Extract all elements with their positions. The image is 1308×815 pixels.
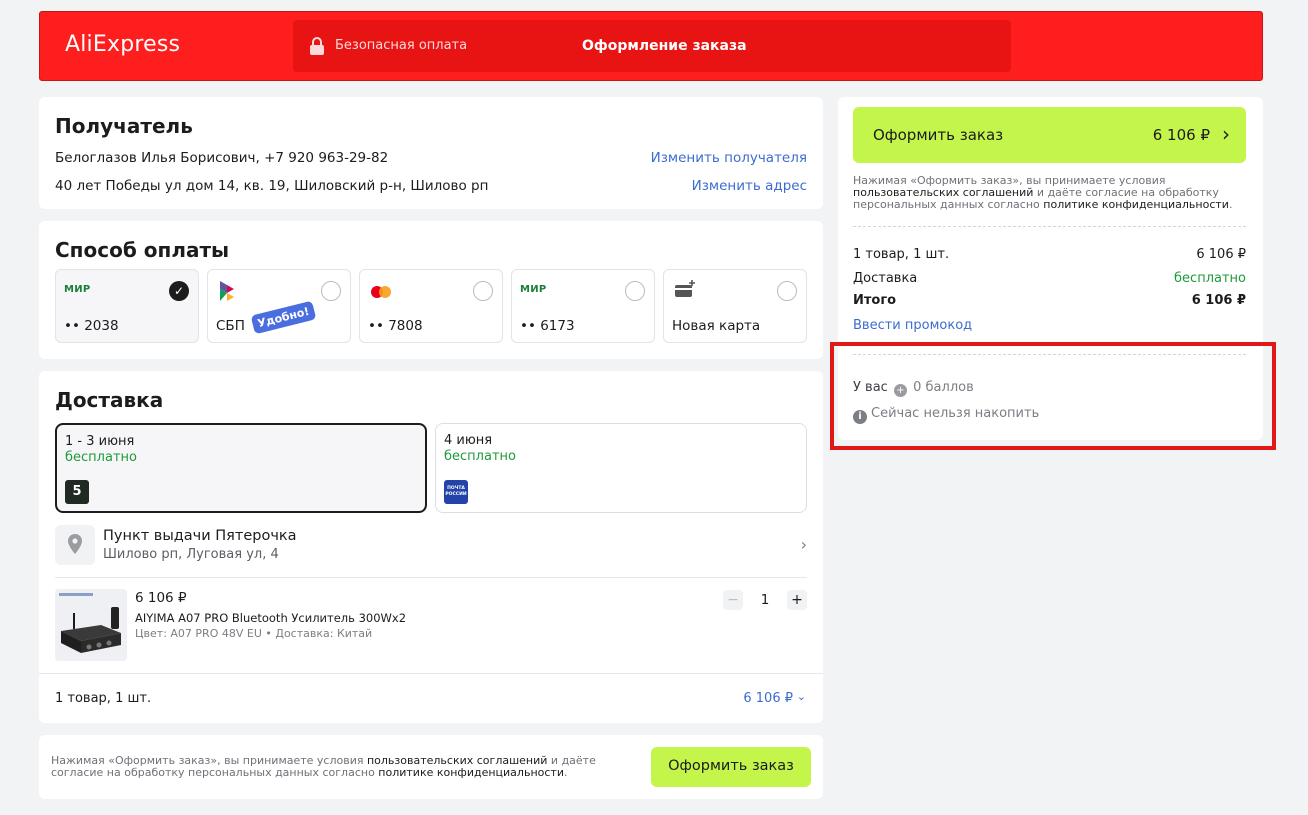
bottom-legal-text: Нажимая «Оформить заказ», вы принимаете … [51, 755, 631, 779]
privacy-policy-link[interactable]: политике конфиденциальности [1043, 198, 1229, 211]
product-name[interactable]: AIYIMA A07 PRO Bluetooth Усилитель 300Wx… [135, 611, 406, 625]
payment-option-mastercard-7808[interactable]: •• 7808 [359, 269, 503, 343]
promo-code-link[interactable]: Ввести промокод [853, 318, 972, 333]
payment-option-label: СБП [216, 318, 245, 334]
pickup-title: Пункт выдачи Пятерочка [103, 528, 297, 544]
change-recipient-link[interactable]: Изменить получателя [651, 150, 807, 166]
recipient-address: 40 лет Победы ул дом 14, кв. 19, Шиловск… [55, 178, 489, 194]
mir-logo-icon: МИР [64, 284, 91, 295]
mastercard-logo-icon [371, 286, 391, 298]
total-value: 6 106 ₽ [1191, 293, 1246, 308]
place-order-label: Оформить заказ [873, 126, 1004, 144]
product-meta: Цвет: A07 PRO 48V EU • Доставка: Китай [135, 627, 373, 640]
radio-button[interactable] [777, 281, 797, 301]
divider [55, 577, 807, 578]
header-center-panel: Безопасная оплата Оформление заказа [293, 20, 1011, 72]
radio-button[interactable] [473, 281, 493, 301]
legal-text: . [1228, 198, 1233, 211]
checkmark-icon: ✓ [169, 281, 189, 301]
increase-qty-button[interactable]: + [787, 590, 807, 610]
header-bar: AliExpress Безопасная оплата Оформление … [39, 11, 1263, 81]
payment-option-mir-6173[interactable]: МИР •• 6173 [511, 269, 655, 343]
delivery-label: Доставка [853, 271, 918, 286]
pickup-address: Шилово рп, Луговая ул, 4 [103, 547, 279, 562]
product-price: 6 106 ₽ [135, 590, 187, 606]
add-card-icon [675, 280, 695, 297]
chevron-right-icon: › [1222, 122, 1230, 146]
bottom-checkout-bar: Нажимая «Оформить заказ», вы принимаете … [39, 735, 823, 799]
payment-option-mir-2038[interactable]: МИР ✓ •• 2038 [55, 269, 199, 343]
payment-option-label: •• 2038 [64, 318, 119, 334]
delivery-option-pyaterochka[interactable]: 1 - 3 июня бесплатно 5 [55, 423, 427, 513]
secure-payment-label: Безопасная оплата [335, 38, 468, 53]
payment-option-label: •• 6173 [520, 318, 575, 334]
goods-value: 6 106 ₽ [1196, 247, 1246, 262]
delivery-price: бесплатно [444, 449, 516, 464]
radio-button[interactable] [625, 281, 645, 301]
delivery-option-russian-post[interactable]: 4 июня бесплатно ПОЧТА РОССИИ [435, 423, 807, 513]
quantity-value: 1 [760, 592, 770, 608]
payment-option-label: •• 7808 [368, 318, 423, 334]
russian-post-logo-icon: ПОЧТА РОССИИ [444, 480, 468, 504]
sidebar-legal-text: Нажимая «Оформить заказ», вы принимаете … [853, 175, 1248, 211]
payment-option-new-card[interactable]: Новая карта [663, 269, 807, 343]
place-order-button-bottom[interactable]: Оформить заказ [651, 747, 811, 787]
lock-icon [310, 37, 324, 55]
legal-text: . [563, 766, 568, 779]
privacy-policy-link[interactable]: политике конфиденциальности [378, 766, 564, 779]
mir-logo-icon: МИР [520, 284, 547, 295]
page-title: Оформление заказа [582, 38, 747, 54]
delivery-price: бесплатно [65, 450, 137, 465]
delivery-date: 4 июня [444, 433, 493, 448]
chevron-down-icon[interactable]: ⌄ [797, 690, 806, 703]
recipient-name-phone: Белоглазов Илья Борисович, +7 920 963-29… [55, 150, 389, 166]
change-address-link[interactable]: Изменить адрес [692, 178, 807, 194]
recipient-card: Получатель Белоглазов Илья Борисович, +7… [39, 97, 823, 209]
sbp-logo-icon [220, 281, 234, 301]
place-order-price: 6 106 ₽ [1152, 126, 1210, 144]
delivery-title: Доставка [55, 388, 164, 412]
aliexpress-logo[interactable]: AliExpress [65, 32, 180, 57]
amplifier-icon [55, 589, 127, 661]
pickup-point-row[interactable]: Пункт выдачи Пятерочка Шилово рп, Лугова… [55, 525, 807, 565]
summary-count: 1 товар, 1 шт. [55, 691, 152, 706]
delivery-card: Доставка 1 - 3 июня бесплатно 5 4 июня б… [39, 371, 823, 723]
pyaterochka-logo-icon: 5 [65, 480, 89, 504]
divider [39, 673, 823, 674]
recipient-title: Получатель [55, 114, 193, 138]
location-pin-icon [55, 525, 95, 565]
decrease-qty-button[interactable]: − [723, 590, 743, 610]
total-label: Итого [853, 293, 897, 308]
product-image[interactable] [55, 589, 127, 661]
payment-option-sbp[interactable]: СБП Удобно! [207, 269, 351, 343]
payment-card: Способ оплаты МИР ✓ •• 2038 СБП Удобно! … [39, 221, 823, 359]
delivery-date: 1 - 3 июня [65, 434, 135, 449]
dashed-divider [853, 226, 1246, 227]
convenient-badge: Удобно! [250, 300, 317, 335]
summary-total-toggle[interactable]: 6 106 ₽ [743, 691, 793, 706]
payment-title: Способ оплаты [55, 238, 230, 262]
place-order-button[interactable]: Оформить заказ 6 106 ₽ › [853, 107, 1246, 163]
radio-button[interactable] [321, 281, 341, 301]
payment-option-label: Новая карта [672, 318, 761, 334]
goods-label: 1 товар, 1 шт. [853, 247, 950, 262]
delivery-value: бесплатно [1174, 271, 1246, 286]
chevron-right-icon: › [800, 535, 807, 554]
place-order-label: Оформить заказ [668, 758, 794, 774]
highlight-annotation-box [830, 342, 1276, 450]
